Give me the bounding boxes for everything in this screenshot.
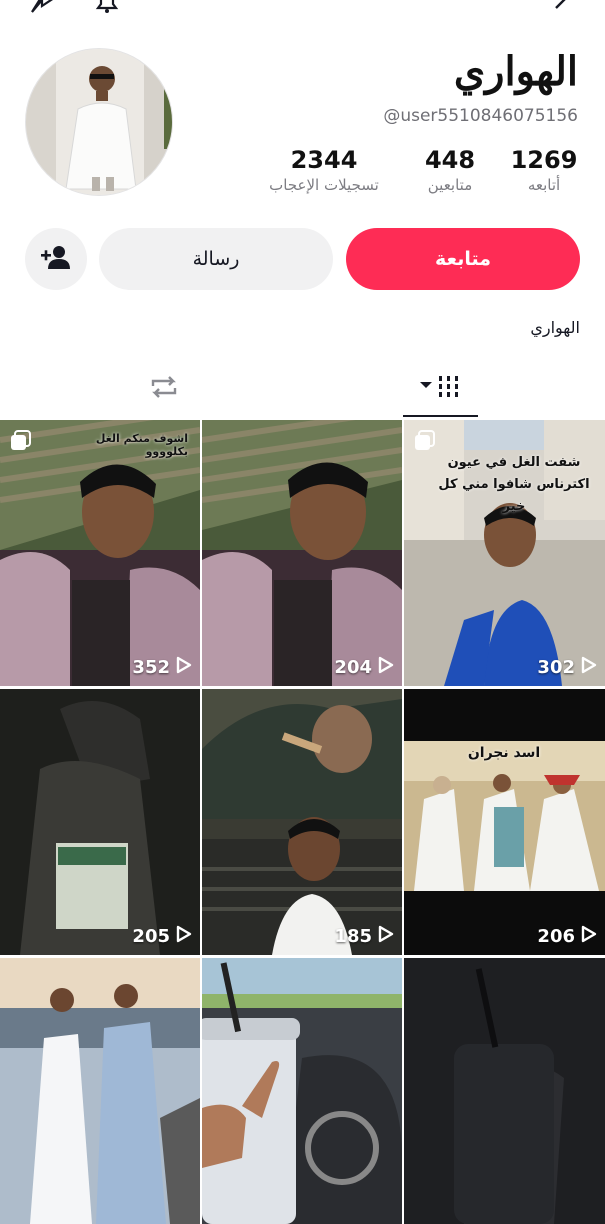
grid-icon — [418, 372, 464, 406]
video-caption: اسد نجران — [467, 745, 541, 761]
bell-icon[interactable] — [92, 0, 122, 20]
video-caption: اشوف منكم الغل بكلوووو — [95, 432, 188, 458]
play-icon — [378, 656, 394, 679]
video-thumbnail[interactable]: 185 — [202, 689, 402, 955]
stat-value: 1269 — [510, 146, 578, 174]
play-icon — [378, 925, 394, 948]
play-icon — [176, 925, 192, 948]
profile-display-name: الهواري — [453, 48, 578, 95]
tab-videos[interactable] — [403, 362, 478, 416]
stat-label: تسجيلات الإعجاب — [269, 176, 379, 194]
multi-photo-icon — [10, 430, 32, 456]
video-thumbnail[interactable]: 205 — [0, 689, 200, 955]
repost-icon — [147, 372, 181, 406]
play-icon — [176, 656, 192, 679]
video-caption: شفت الغل في عيون اكترناس شافوا مني كل خي… — [438, 455, 590, 514]
profile-bio: الهواري — [530, 318, 580, 337]
video-thumbnail[interactable]: اشوف منكم الغل بكلوووو 352 — [0, 420, 200, 686]
view-count: 204 — [334, 656, 394, 679]
view-count: 185 — [334, 925, 394, 948]
profile-handle: @user5510846075156 — [383, 106, 578, 126]
more-icon[interactable] — [552, 0, 578, 16]
avatar[interactable] — [25, 48, 173, 196]
view-count: 302 — [537, 656, 597, 679]
video-thumbnail[interactable]: اسد نجران 206 — [404, 689, 605, 955]
stat-value: 2344 — [290, 146, 358, 174]
active-tab-indicator — [403, 415, 478, 417]
video-thumbnail[interactable]: 204 — [202, 420, 402, 686]
stat-following[interactable]: 1269 أتابعه — [509, 146, 579, 194]
view-count: 205 — [132, 925, 192, 948]
follow-button[interactable]: متابعة — [346, 228, 580, 290]
stat-followers[interactable]: 448 متابعين — [420, 146, 480, 194]
multi-photo-icon — [414, 430, 436, 456]
profile-tabs — [0, 362, 605, 418]
video-thumbnail[interactable] — [404, 958, 605, 1224]
top-bar — [0, 0, 605, 20]
share-icon[interactable] — [28, 0, 58, 20]
play-icon — [581, 925, 597, 948]
view-count: 352 — [132, 656, 192, 679]
video-thumbnail[interactable]: شفت الغل في عيون اكترناس شافوا مني كل خي… — [404, 420, 605, 686]
tab-repost[interactable] — [126, 362, 201, 416]
add-friend-button[interactable] — [25, 228, 87, 290]
play-icon — [581, 656, 597, 679]
stat-likes[interactable]: 2344 تسجيلات الإعجاب — [259, 146, 389, 194]
add-friend-icon — [40, 243, 72, 276]
view-count: 206 — [537, 925, 597, 948]
video-thumbnail[interactable] — [202, 958, 402, 1224]
message-button[interactable]: رسالة — [99, 228, 333, 290]
video-thumbnail[interactable] — [0, 958, 200, 1224]
stat-value: 448 — [424, 146, 476, 174]
stat-label: أتابعه — [527, 176, 561, 194]
stat-label: متابعين — [427, 176, 473, 194]
